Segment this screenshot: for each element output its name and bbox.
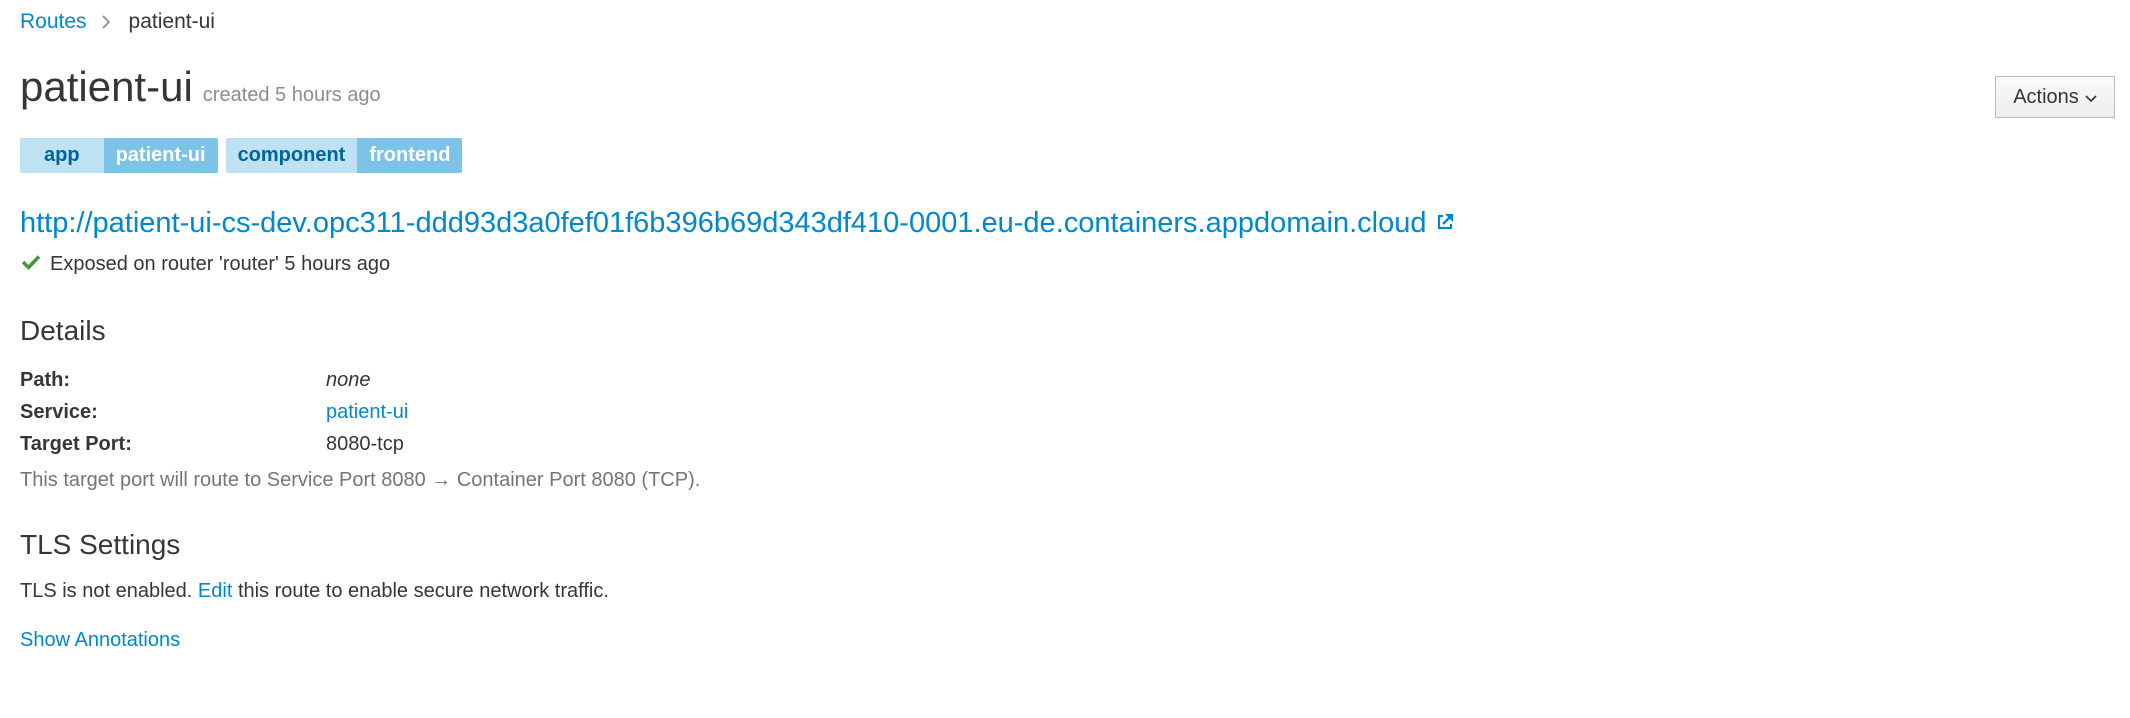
- details-row-service: Service: patient-ui: [20, 396, 408, 428]
- tls-status-text: TLS is not enabled. Edit this route to e…: [20, 580, 609, 603]
- path-value: none: [326, 368, 371, 391]
- service-label: Service:: [20, 400, 98, 423]
- tls-text-after: this route to enable secure network traf…: [237, 580, 609, 602]
- details-row-target-port: Target Port: 8080-tcp: [20, 428, 408, 460]
- exposed-status: Exposed on router 'router' 5 hours ago: [21, 253, 391, 276]
- tls-text-before: TLS is not enabled.: [20, 580, 193, 602]
- breadcrumb: Routes patient-ui: [20, 10, 215, 34]
- label-key: component: [225, 138, 358, 173]
- actions-button[interactable]: Actions: [1995, 76, 2115, 118]
- breadcrumb-routes-link[interactable]: Routes: [20, 10, 87, 34]
- details-list: Path: none Service: patient-ui Target Po…: [20, 364, 408, 460]
- created-timestamp: created 5 hours ago: [202, 84, 381, 106]
- actions-label: Actions: [2013, 85, 2079, 108]
- port-mapping-note: This target port will route to Service P…: [20, 469, 701, 491]
- edit-route-link[interactable]: Edit: [198, 580, 232, 602]
- service-link[interactable]: patient-ui: [326, 401, 408, 424]
- exposed-text: Exposed on router 'router' 5 hours ago: [50, 253, 391, 275]
- route-url-row: http://patient-ui-cs-dev.opc311-ddd93d3a…: [20, 207, 1455, 240]
- label-key: app: [20, 138, 104, 173]
- target-port-label: Target Port:: [20, 432, 132, 455]
- breadcrumb-current: patient-ui: [128, 10, 215, 33]
- label-value: frontend: [357, 138, 463, 173]
- label-value: patient-ui: [103, 138, 218, 173]
- page-header: patient-ui created 5 hours ago: [20, 66, 381, 108]
- show-annotations-link[interactable]: Show Annotations: [20, 629, 180, 652]
- target-port-value: 8080-tcp: [326, 432, 404, 455]
- chevron-down-icon: [2085, 86, 2097, 109]
- check-icon: [21, 253, 41, 276]
- tls-settings-heading: TLS Settings: [20, 529, 181, 560]
- label-component[interactable]: component frontend: [225, 138, 463, 173]
- page-title: patient-ui: [20, 63, 193, 110]
- chevron-right-icon: [101, 15, 111, 29]
- path-label: Path:: [20, 368, 70, 391]
- details-row-path: Path: none: [20, 364, 408, 396]
- route-url-link[interactable]: http://patient-ui-cs-dev.opc311-ddd93d3a…: [20, 207, 1427, 240]
- label-app[interactable]: app patient-ui: [20, 138, 218, 173]
- route-details-page: Routes patient-ui patient-ui created 5 h…: [0, 0, 2130, 718]
- labels-list: app patient-ui component frontend: [20, 138, 463, 173]
- details-heading: Details: [20, 315, 106, 346]
- external-link-icon[interactable]: [1435, 207, 1455, 240]
